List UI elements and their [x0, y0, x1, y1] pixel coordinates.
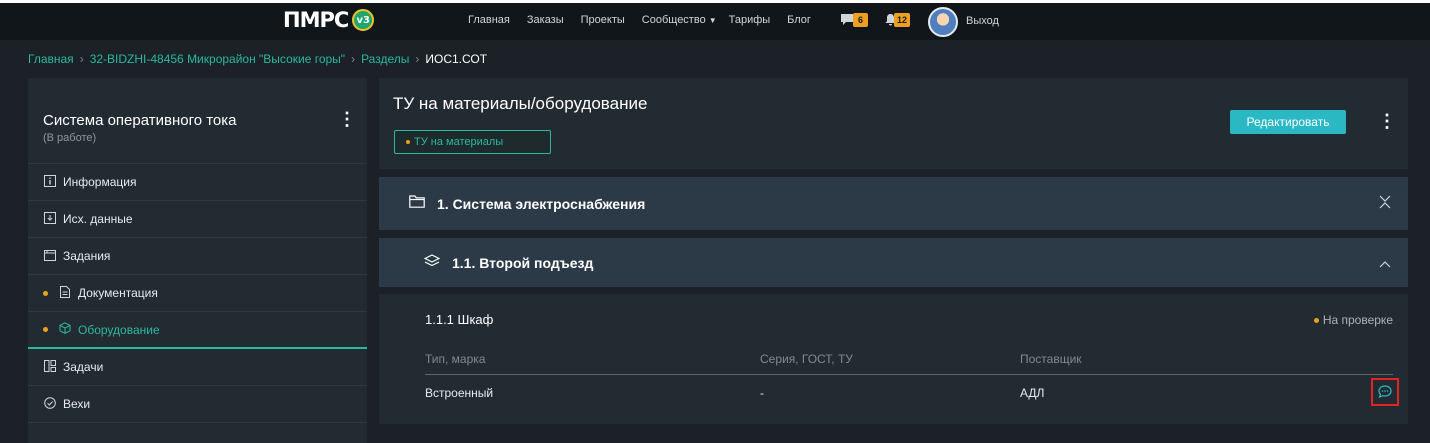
comment-icon [1378, 385, 1392, 399]
sidebar-item-label: Исх. данные [63, 212, 133, 226]
sidebar-item-tasks[interactable]: Задачи [28, 349, 367, 386]
comment-button[interactable] [1371, 378, 1399, 406]
notifications-count-badge: 12 [894, 13, 911, 27]
page-title: ТУ на материалы/оборудование [393, 94, 648, 113]
nav-pricing[interactable]: Тарифы [729, 14, 771, 26]
sidebar-item-label: Документация [78, 286, 158, 300]
logo-text: ПМРС [283, 8, 349, 32]
edit-button[interactable]: Редактировать [1230, 110, 1346, 134]
chat-icon[interactable] [840, 13, 854, 26]
tag-label: ТУ на материалы [414, 136, 504, 148]
breadcrumb-project[interactable]: 32-BIDZHI-48456 Микрорайон "Высокие горы… [90, 52, 345, 66]
sidebar-item-milestones[interactable]: Вехи [28, 386, 367, 423]
nav-blog[interactable]: Блог [787, 14, 811, 26]
cell-type: Встроенный [425, 386, 494, 400]
header-divider [425, 374, 1393, 375]
main-nav: Главная Заказы Проекты Сообщество ▼ Тари… [468, 14, 828, 26]
more-vertical-icon[interactable]: ⋮ [338, 109, 356, 130]
status-dot [1313, 317, 1319, 323]
content-header: ТУ на материалы/оборудование ТУ на матер… [379, 78, 1408, 169]
collapse-all-icon[interactable] [1379, 195, 1391, 212]
more-vertical-icon[interactable]: ⋮ [1378, 111, 1396, 132]
nav-orders[interactable]: Заказы [527, 14, 564, 26]
board-icon [43, 359, 57, 375]
equipment-item-card: 1.1.1 Шкаф На проверке Тип, марка Серия,… [379, 294, 1408, 424]
cell-supplier: АДЛ [1020, 386, 1045, 400]
subsection-header[interactable]: 1.1. Второй подъезд [379, 238, 1408, 287]
avatar[interactable] [928, 7, 958, 37]
breadcrumb-separator: › [351, 52, 356, 66]
folder-icon [409, 195, 425, 212]
sidebar-item-label: Задачи [63, 360, 104, 374]
nav-community[interactable]: Сообщество [642, 14, 706, 26]
status-dot [43, 327, 48, 332]
tag-dot [406, 140, 410, 144]
version-badge: v3 [352, 9, 375, 31]
cell-series: - [760, 386, 764, 400]
info-icon [43, 174, 57, 190]
breadcrumb-home[interactable]: Главная [28, 52, 74, 66]
logout-link[interactable]: Выход [966, 15, 999, 27]
section-header[interactable]: 1. Система электроснабжения [379, 177, 1408, 230]
category-tag[interactable]: ТУ на материалы [394, 130, 551, 154]
chevron-up-icon[interactable] [1379, 255, 1391, 271]
document-icon [58, 285, 72, 301]
breadcrumb-separator: › [79, 52, 84, 66]
sidebar-header: Система оперативного тока (В работе) ⋮ [28, 78, 367, 164]
sidebar-item-label: Оборудование [78, 322, 160, 337]
logo[interactable]: ПМРС v3 [283, 7, 375, 33]
section-title: 1. Система электроснабжения [437, 195, 646, 212]
layers-icon [423, 253, 441, 272]
check-circle-icon [43, 396, 57, 412]
column-header-type: Тип, марка [425, 352, 486, 366]
sidebar-item-equipment[interactable]: Оборудование [28, 312, 367, 349]
top-navbar: ПМРС v3 Главная Заказы Проекты Сообществ… [0, 0, 1430, 40]
breadcrumb: Главная › 32-BIDZHI-48456 Микрорайон "Вы… [28, 52, 487, 66]
sidebar-item-label: Информация [63, 175, 137, 189]
sidebar-item-label: Задания [63, 249, 111, 263]
sidebar: Система оперативного тока (В работе) ⋮ И… [28, 78, 367, 443]
cube-icon [58, 322, 72, 337]
section-status: (В работе) [43, 132, 97, 144]
tasks-folder-icon [43, 249, 57, 264]
breadcrumb-separator: › [415, 52, 420, 66]
messages-count-badge: 6 [853, 13, 868, 27]
nav-home[interactable]: Главная [468, 14, 510, 26]
column-header-supplier: Поставщик [1020, 352, 1082, 366]
status-badge: На проверке [1313, 313, 1393, 327]
nav-projects[interactable]: Проекты [581, 14, 625, 26]
subsection-title: 1.1. Второй подъезд [452, 254, 594, 271]
column-header-series: Серия, ГОСТ, ТУ [760, 352, 853, 366]
sidebar-item-documentation[interactable]: Документация [28, 275, 367, 312]
section-name: Система оперативного тока [43, 112, 237, 129]
status-label: На проверке [1322, 313, 1393, 327]
sidebar-item-source-data[interactable]: Исх. данные [28, 201, 367, 238]
status-dot [43, 290, 48, 296]
sidebar-item-assignments[interactable]: Задания [28, 238, 367, 275]
sidebar-item-label: Вехи [63, 397, 91, 411]
sidebar-item-info[interactable]: Информация [28, 164, 367, 201]
breadcrumb-current: ИОС1.СОТ [425, 52, 488, 66]
item-title: 1.1.1 Шкаф [425, 312, 494, 327]
chevron-down-icon[interactable]: ▼ [709, 16, 717, 25]
breadcrumb-sections[interactable]: Разделы [361, 52, 409, 66]
download-icon [43, 211, 57, 227]
